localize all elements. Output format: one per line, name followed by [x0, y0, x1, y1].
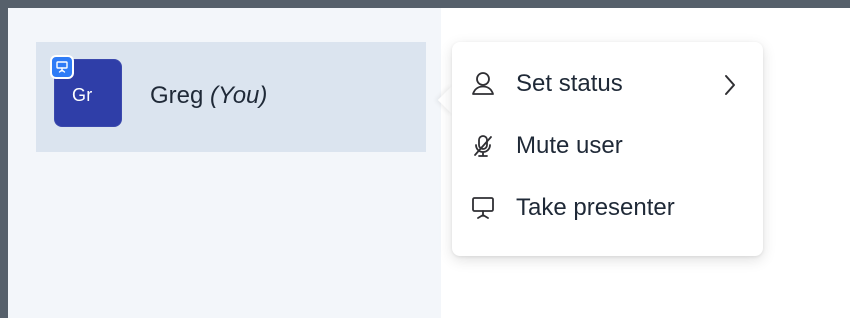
user-icon [468, 69, 498, 99]
menu-item-set-status[interactable]: Set status [452, 54, 763, 116]
menu-item-label: Set status [516, 70, 623, 97]
participant-first-name: Greg [150, 82, 204, 109]
menu-item-label: Take presenter [516, 194, 675, 221]
chevron-right-icon [721, 71, 739, 99]
you-label: (You) [210, 82, 268, 109]
avatar-initials: Gr [72, 85, 93, 105]
participant-context-menu: Set status Mute user Take presenter [437, 42, 763, 256]
menu-item-take-presenter[interactable]: Take presenter [452, 178, 763, 240]
menu-item-label: Mute user [516, 132, 623, 159]
presenter-badge [50, 55, 74, 79]
presentation-icon [55, 60, 69, 74]
menu-item-mute-user[interactable]: Mute user [452, 116, 763, 178]
context-menu-panel: Set status Mute user Take presenter [452, 42, 763, 256]
microphone-off-icon [468, 131, 498, 161]
presentation-icon [468, 193, 498, 223]
participant-name: Greg (You) [150, 84, 267, 108]
